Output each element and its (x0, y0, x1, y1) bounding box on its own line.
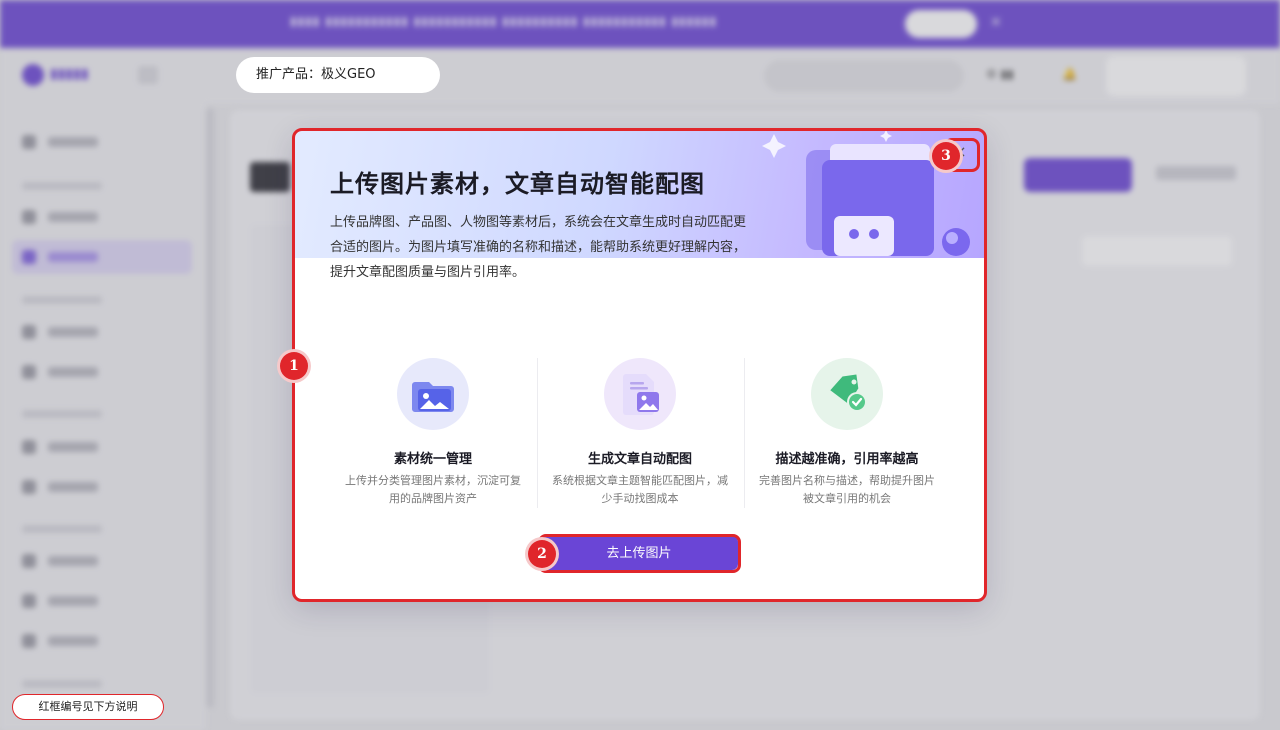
annotation-badge-3: 3 (932, 142, 960, 170)
annotation-box-2 (538, 534, 741, 573)
annotation-badge-2: 2 (528, 540, 556, 568)
annotation-box-1 (292, 128, 987, 602)
product-selector[interactable]: 推广产品：极义GEO (236, 57, 440, 93)
annotation-note: 红框编号见下方说明 (12, 694, 164, 720)
annotation-badge-1: 1 (280, 352, 308, 380)
